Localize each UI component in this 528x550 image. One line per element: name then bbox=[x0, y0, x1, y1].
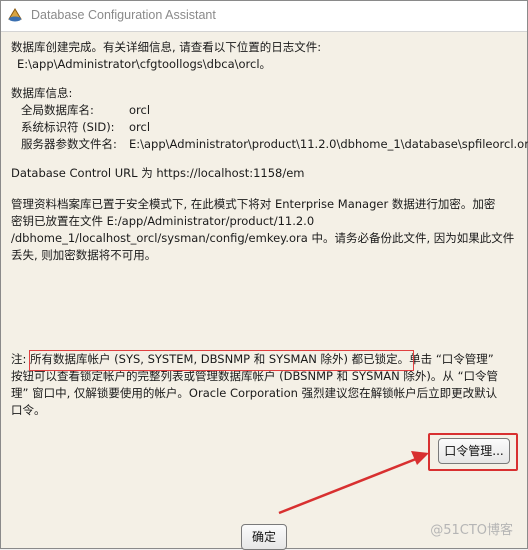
password-management-button[interactable]: 口令管理... bbox=[438, 438, 510, 464]
watermark: @51CTO博客 bbox=[430, 523, 513, 538]
ok-button[interactable]: 确定 bbox=[241, 524, 287, 550]
dbca-window: Database Configuration Assistant 数据库创建完成… bbox=[0, 0, 528, 550]
